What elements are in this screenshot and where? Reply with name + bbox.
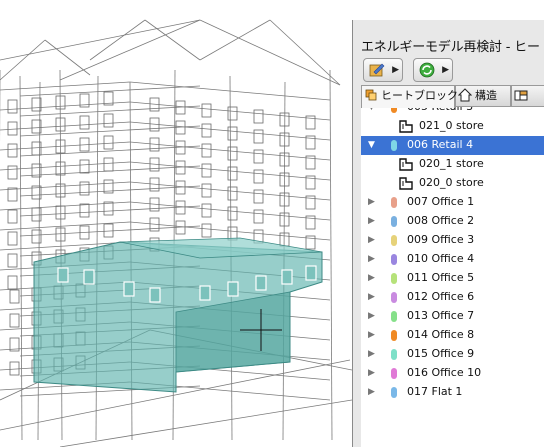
collapse-triangle-icon[interactable]: ▼	[368, 140, 375, 150]
energy-model-panel: エネルギーモデル再検討 - ヒートブ ▶ ▶ ヒートブロック	[352, 20, 544, 448]
expand-triangle-icon[interactable]: ▶	[368, 311, 375, 321]
edit-menu-button[interactable]: ▶	[363, 58, 403, 82]
tree-item-label: 014 Office 8	[407, 328, 475, 341]
color-swatch	[391, 311, 397, 322]
tree-item-label: 021_0 store	[419, 119, 484, 132]
tree-item-space[interactable]: 021_0 store	[361, 117, 544, 136]
expand-triangle-icon[interactable]: ▶	[368, 197, 375, 207]
tree-item-label: 020_0 store	[419, 176, 484, 189]
tree-item-heat-block[interactable]: ▼ 006 Retail 4	[361, 136, 544, 155]
color-swatch	[391, 330, 397, 341]
3d-viewport[interactable]	[0, 0, 352, 447]
tree-item-label: 020_1 store	[419, 157, 484, 170]
tree-item-label: 016 Office 10	[407, 366, 482, 379]
expand-triangle-icon[interactable]: ▶	[368, 368, 375, 378]
expand-triangle-icon[interactable]: ▶	[368, 292, 375, 302]
color-swatch	[391, 387, 397, 398]
color-swatch	[391, 292, 397, 303]
panel-title: エネルギーモデル再検討 - ヒートブ	[361, 40, 544, 55]
tree-item-label: 017 Flat 1	[407, 385, 463, 398]
color-swatch	[391, 273, 397, 284]
expand-triangle-icon[interactable]: ▶	[368, 387, 375, 397]
tab-heat-blocks[interactable]: ヒートブロック	[361, 85, 458, 108]
tree-item-heat-block[interactable]: ▶ 010 Office 4	[361, 250, 544, 269]
refresh-menu-button[interactable]: ▶	[413, 58, 453, 82]
color-swatch	[391, 235, 397, 246]
color-swatch	[391, 349, 397, 360]
tree-item-heat-block[interactable]: ▶ 013 Office 7	[361, 307, 544, 326]
tree-item-heat-block[interactable]: ▶ 009 Office 3	[361, 231, 544, 250]
tree-item-label: 012 Office 6	[407, 290, 475, 303]
tree-item-heat-block[interactable]: ▶ 017 Flat 1	[361, 383, 544, 402]
heat-block-tree[interactable]: ▼ 005 Retail 3 021_0 store ▼ 006 Retail 4 020…	[361, 106, 544, 448]
edit-icon	[369, 63, 385, 77]
expand-triangle-icon[interactable]: ▶	[368, 254, 375, 264]
tree-item-label: 010 Office 4	[407, 252, 475, 265]
color-swatch	[391, 368, 397, 379]
selected-heat-block[interactable]	[33, 237, 323, 393]
heat-block-icon	[365, 89, 377, 101]
expand-triangle-icon[interactable]: ▶	[368, 349, 375, 359]
color-swatch	[391, 254, 397, 265]
tree-item-label: 013 Office 7	[407, 309, 475, 322]
dropdown-arrow-icon: ▶	[392, 65, 399, 75]
tree-item-label: 015 Office 9	[407, 347, 475, 360]
tree-item-heat-block[interactable]: ▶ 011 Office 5	[361, 269, 544, 288]
color-swatch	[391, 197, 397, 208]
tree-item-heat-block[interactable]: ▶ 014 Office 8	[361, 326, 544, 345]
tree-item-label: 006 Retail 4	[407, 138, 474, 151]
tree-item-heat-block[interactable]: ▶ 008 Office 2	[361, 212, 544, 231]
tree-item-heat-block[interactable]: ▶ 012 Office 6	[361, 288, 544, 307]
tab-structure[interactable]: 構造	[455, 85, 511, 107]
expand-triangle-icon[interactable]: ▶	[368, 235, 375, 245]
tree-item-space[interactable]: 020_0 store	[361, 174, 544, 193]
expand-triangle-icon[interactable]: ▶	[368, 330, 375, 340]
house-icon	[458, 88, 472, 102]
color-swatch	[391, 216, 397, 227]
expand-triangle-icon[interactable]: ▶	[368, 216, 375, 226]
tree-item-label: 008 Office 2	[407, 214, 475, 227]
tree-item-space[interactable]: 020_1 store	[361, 155, 544, 174]
tree-item-heat-block[interactable]: ▶ 007 Office 1	[361, 193, 544, 212]
expand-triangle-icon[interactable]: ▶	[368, 273, 375, 283]
floor-plan-icon	[399, 120, 413, 133]
tree-item-label: 011 Office 5	[407, 271, 475, 284]
tree-item-label: 009 Office 3	[407, 233, 475, 246]
tree-item-label: 007 Office 1	[407, 195, 475, 208]
floor-plan-icon	[399, 158, 413, 171]
tab-layers[interactable]	[511, 85, 544, 107]
tree-item-heat-block[interactable]: ▶ 015 Office 9	[361, 345, 544, 364]
panel-tabs: ヒートブロック 構造	[361, 85, 544, 108]
building-wireframe[interactable]	[0, 0, 352, 447]
layers-icon	[514, 90, 528, 101]
refresh-icon	[419, 62, 435, 78]
tree-item-heat-block[interactable]: ▶ 016 Office 10	[361, 364, 544, 383]
dropdown-arrow-icon: ▶	[442, 65, 449, 75]
color-swatch	[391, 140, 397, 151]
floor-plan-icon	[399, 177, 413, 190]
